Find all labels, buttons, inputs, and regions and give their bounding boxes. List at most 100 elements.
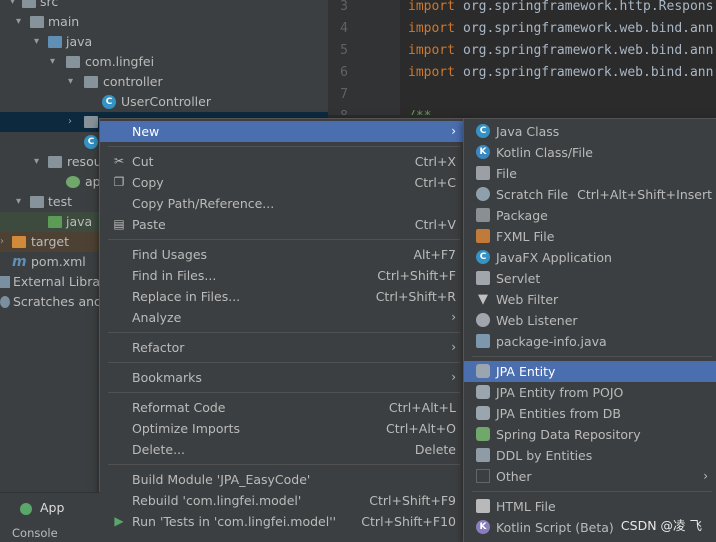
menu-item-refactor[interactable]: Refactor ›	[100, 337, 464, 358]
code-line: 6 import org.springframework.web.bind.an…	[340, 65, 714, 80]
run-tab-app[interactable]: App	[20, 498, 64, 518]
file-icon	[476, 166, 490, 180]
menu-separator	[108, 362, 460, 363]
console-tab[interactable]: Console	[12, 525, 58, 541]
code-line: 8 /**	[328, 106, 716, 115]
java-class-icon: C	[476, 124, 490, 138]
menu-item-delete[interactable]: Delete... Delete	[100, 439, 464, 460]
watermark: CSDN @凌 飞	[620, 518, 702, 533]
menu-item-rebuild[interactable]: Rebuild 'com.lingfei.model' Ctrl+Shift+F…	[100, 490, 464, 511]
java-class-icon: C	[102, 95, 116, 109]
menu-item-run-tests[interactable]: ▶ Run 'Tests in 'com.lingfei.model'' Ctr…	[100, 511, 464, 532]
menu-item-optimize-imports[interactable]: Optimize Imports Ctrl+Alt+O	[100, 418, 464, 439]
submenu-item-file[interactable]: File	[464, 163, 716, 184]
chevron-down-icon[interactable]: ▾	[34, 32, 44, 52]
chevron-down-icon[interactable]: ▾	[16, 12, 26, 32]
resources-folder-icon	[48, 156, 62, 168]
menu-separator	[108, 146, 460, 147]
menu-separator	[108, 392, 460, 393]
folder-icon	[30, 196, 44, 208]
submenu-item-scratch-file[interactable]: Scratch File Ctrl+Alt+Shift+Insert	[464, 184, 716, 205]
scissors-icon: ✂	[113, 154, 125, 168]
tree-item-controller[interactable]: ▾ controller	[0, 72, 328, 92]
code-line: 3 import org.springframework.http.Respon…	[340, 0, 714, 14]
menu-item-build-module[interactable]: Build Module 'JPA_EasyCode'	[100, 469, 464, 490]
java-class-icon: C	[84, 135, 98, 149]
menu-item-bookmarks[interactable]: Bookmarks ›	[100, 367, 464, 388]
chevron-right-icon[interactable]: ›	[0, 232, 10, 252]
submenu-item-java-class[interactable]: C Java Class	[464, 121, 716, 142]
menu-separator	[108, 239, 460, 240]
package-icon	[84, 116, 98, 128]
spring-boot-icon	[20, 502, 32, 515]
tree-item-main[interactable]: ▾ main	[0, 12, 328, 32]
context-menu: New › ✂ Cut Ctrl+X ❐ Copy Ctrl+C Copy Pa…	[99, 118, 465, 542]
menu-item-find-usages[interactable]: Find Usages Alt+F7	[100, 244, 464, 265]
database-icon	[476, 406, 490, 420]
java-file-icon	[476, 334, 490, 348]
submenu-item-package-info[interactable]: package-info.java	[464, 331, 716, 352]
kotlin-class-icon: K	[476, 145, 490, 159]
submenu-item-ddl-by-entities[interactable]: DDL by Entities	[464, 445, 716, 466]
spring-icon	[476, 427, 490, 441]
html-file-icon	[476, 499, 490, 513]
menu-item-analyze[interactable]: Analyze ›	[100, 307, 464, 328]
menu-item-new[interactable]: New ›	[100, 121, 464, 142]
chevron-right-icon: ›	[451, 124, 456, 138]
scratch-file-icon	[476, 187, 490, 201]
chevron-down-icon[interactable]: ▾	[10, 0, 20, 12]
menu-item-find-in-files[interactable]: Find in Files... Ctrl+Shift+F	[100, 265, 464, 286]
package-icon	[66, 56, 80, 68]
tree-item-src[interactable]: ▾ src	[0, 0, 328, 12]
filter-icon: ▼	[478, 292, 488, 307]
run-icon: ▶	[114, 514, 124, 528]
submenu-item-web-listener[interactable]: Web Listener	[464, 310, 716, 331]
code-editor[interactable]: 3 import org.springframework.http.Respon…	[328, 0, 716, 115]
source-folder-icon	[48, 36, 62, 48]
chevron-down-icon[interactable]: ▾	[34, 152, 44, 172]
submenu-item-kotlin-class[interactable]: K Kotlin Class/File	[464, 142, 716, 163]
tree-item-java[interactable]: ▾ java	[0, 32, 328, 52]
java-class-icon: C	[476, 250, 490, 264]
menu-separator	[472, 356, 712, 357]
submenu-item-web-filter[interactable]: ▼ Web Filter	[464, 289, 716, 310]
code-line: 4 import org.springframework.web.bind.an…	[340, 21, 714, 36]
folder-icon	[22, 0, 36, 8]
paste-icon: ▤	[113, 217, 125, 231]
submenu-item-jpa-entity[interactable]: JPA Entity	[464, 361, 716, 382]
chevron-right-icon[interactable]: ›	[68, 112, 78, 132]
tree-item-com-lingfei[interactable]: ▾ com.lingfei	[0, 52, 328, 72]
database-icon	[476, 364, 490, 378]
menu-separator	[108, 464, 460, 465]
tree-item-usercontroller[interactable]: C UserController	[0, 92, 328, 112]
new-submenu: C Java Class K Kotlin Class/File File Sc…	[463, 118, 716, 542]
submenu-item-javafx-application[interactable]: C JavaFX Application	[464, 247, 716, 268]
submenu-item-jpa-entity-from-pojo[interactable]: JPA Entity from POJO	[464, 382, 716, 403]
menu-item-cut[interactable]: ✂ Cut Ctrl+X	[100, 151, 464, 172]
submenu-item-fxml-file[interactable]: FXML File	[464, 226, 716, 247]
chevron-down-icon[interactable]: ▾	[68, 72, 78, 92]
submenu-item-spring-data-repository[interactable]: Spring Data Repository	[464, 424, 716, 445]
submenu-item-jpa-entities-from-db[interactable]: JPA Entities from DB	[464, 403, 716, 424]
menu-item-reformat-code[interactable]: Reformat Code Ctrl+Alt+L	[100, 397, 464, 418]
maven-icon: m	[12, 254, 27, 270]
menu-separator	[108, 332, 460, 333]
chevron-right-icon: ›	[703, 469, 708, 483]
menu-item-copy[interactable]: ❐ Copy Ctrl+C	[100, 172, 464, 193]
excluded-folder-icon	[12, 236, 26, 248]
chevron-down-icon[interactable]: ▾	[50, 52, 60, 72]
menu-separator	[472, 491, 712, 492]
servlet-icon	[476, 271, 490, 285]
chevron-right-icon: ›	[451, 340, 456, 354]
fxml-file-icon	[476, 229, 490, 243]
submenu-item-package[interactable]: Package	[464, 205, 716, 226]
submenu-item-servlet[interactable]: Servlet	[464, 268, 716, 289]
menu-item-paste[interactable]: ▤ Paste Ctrl+V	[100, 214, 464, 235]
other-icon	[476, 469, 490, 483]
submenu-item-other[interactable]: Other ›	[464, 466, 716, 487]
submenu-item-html-file[interactable]: HTML File	[464, 496, 716, 517]
menu-item-copy-path[interactable]: Copy Path/Reference...	[100, 193, 464, 214]
listener-icon	[476, 313, 490, 327]
chevron-down-icon[interactable]: ▾	[16, 192, 26, 212]
menu-item-replace-in-files[interactable]: Replace in Files... Ctrl+Shift+R	[100, 286, 464, 307]
